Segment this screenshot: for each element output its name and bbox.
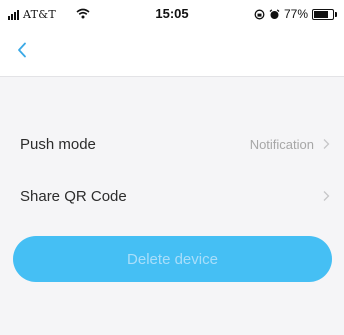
back-button[interactable]	[8, 36, 36, 64]
battery-percent: 77%	[283, 7, 308, 21]
status-right: 77%	[254, 7, 337, 21]
settings-row-share-qr[interactable]: Share QR Code	[0, 170, 344, 222]
push-mode-value: Notification	[249, 136, 314, 152]
push-mode-label: Push mode	[20, 135, 96, 153]
battery-icon	[312, 8, 337, 20]
top-bar: AT&T 15:05 77%	[0, 0, 344, 77]
alarm-icon	[269, 8, 280, 19]
share-qr-label: Share QR Code	[20, 187, 127, 205]
status-bar: AT&T 15:05 77%	[0, 0, 344, 30]
rotation-lock-icon	[254, 9, 265, 19]
delete-device-button[interactable]: Delete device	[13, 236, 332, 282]
settings-list: Push mode Notification Share QR Code	[0, 118, 344, 222]
chevron-left-icon	[18, 42, 26, 58]
chevron-right-icon	[323, 139, 330, 149]
chevron-right-icon	[323, 191, 330, 201]
settings-row-push-mode[interactable]: Push mode Notification	[0, 118, 344, 170]
